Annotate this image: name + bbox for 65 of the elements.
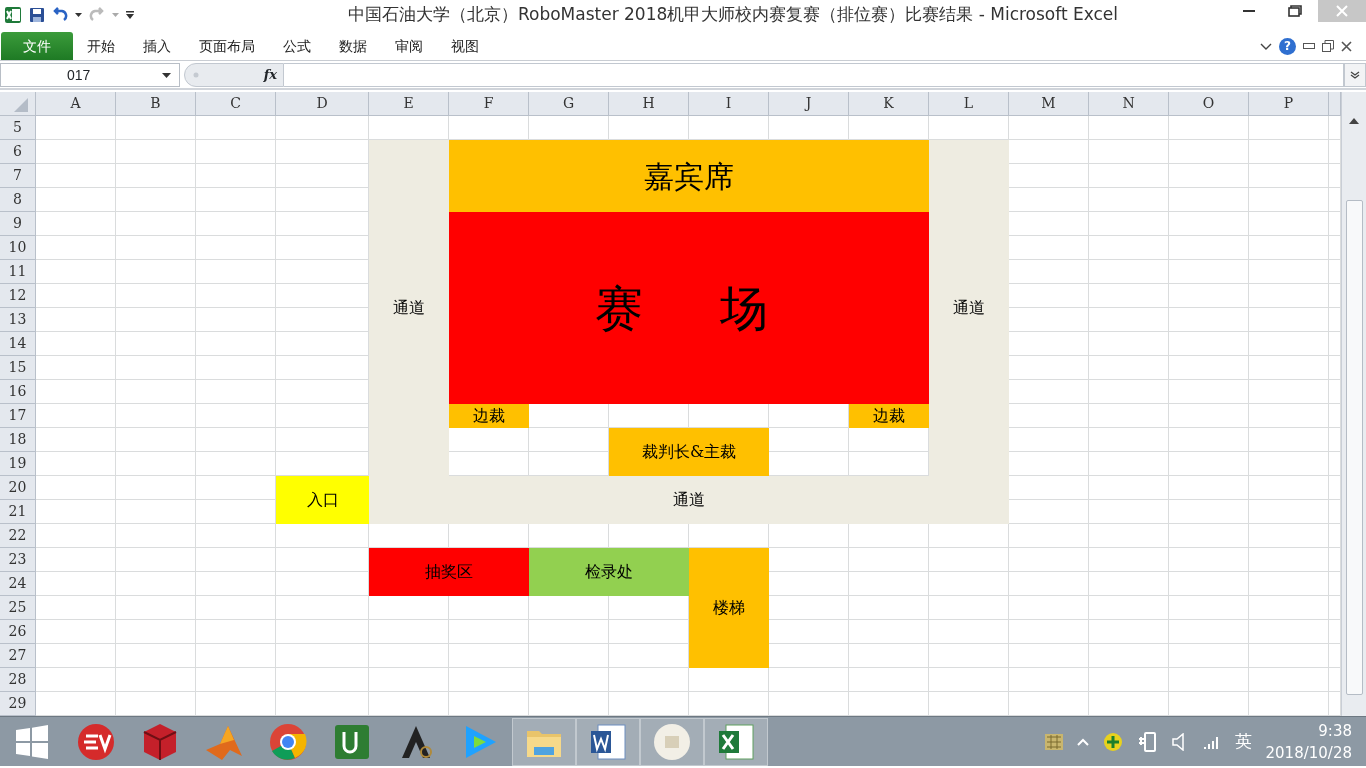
row-header[interactable]: 27	[0, 644, 36, 668]
column-header[interactable]: A	[36, 92, 116, 116]
row-header[interactable]: 5	[0, 116, 36, 140]
row-header[interactable]: 16	[0, 380, 36, 404]
ribbon-tab[interactable]: 视图	[437, 32, 493, 60]
ribbon-tab[interactable]: 开始	[73, 32, 129, 60]
merged-cell: 赛 场	[449, 212, 929, 404]
row-header[interactable]: 17	[0, 404, 36, 428]
row-header[interactable]: 13	[0, 308, 36, 332]
column-header[interactable]: L	[929, 92, 1009, 116]
column-header[interactable]: K	[849, 92, 929, 116]
row-header[interactable]: 26	[0, 620, 36, 644]
row-header[interactable]: 28	[0, 668, 36, 692]
row-header[interactable]: 21	[0, 500, 36, 524]
merged-cell: 通道	[369, 140, 449, 476]
merged-cell: 边裁	[449, 404, 529, 428]
insert-function-button[interactable]: fx	[263, 64, 277, 85]
column-header[interactable]: B	[116, 92, 196, 116]
ribbon-tab[interactable]: 文件	[1, 32, 73, 60]
window-title: 中国石油大学（北京）RoboMaster 2018机甲大师校内赛复赛（排位赛）比赛结果 - Microsoft Excel	[347, 4, 1119, 25]
column-header[interactable]: G	[529, 92, 609, 116]
column-header[interactable]: J	[769, 92, 849, 116]
merged-cell: 楼梯	[689, 548, 769, 668]
row-header[interactable]: 6	[0, 140, 36, 164]
ribbon-tab[interactable]: 页面布局	[185, 32, 269, 60]
ribbon-tab[interactable]: 审阅	[381, 32, 437, 60]
ribbon-tab[interactable]: 公式	[269, 32, 325, 60]
row-header[interactable]: 22	[0, 524, 36, 548]
merged-cell: 裁判长&主裁	[609, 428, 769, 476]
row-header[interactable]: 24	[0, 572, 36, 596]
row-header[interactable]: 29	[0, 692, 36, 716]
name-box[interactable]: 017	[0, 62, 180, 87]
column-header[interactable]: F	[449, 92, 529, 116]
column-header[interactable]: P	[1249, 92, 1329, 116]
row-header[interactable]: 25	[0, 596, 36, 620]
merged-cell: 边裁	[849, 404, 929, 428]
row-header[interactable]: 10	[0, 236, 36, 260]
merged-cell: 入口	[276, 476, 369, 524]
ribbon-tab[interactable]: 数据	[325, 32, 381, 60]
column-header[interactable]: N	[1089, 92, 1169, 116]
row-header[interactable]: 11	[0, 260, 36, 284]
column-header[interactable]: O	[1169, 92, 1249, 116]
row-header[interactable]: 12	[0, 284, 36, 308]
merged-cell: 通道	[369, 476, 1009, 524]
row-header[interactable]: 8	[0, 188, 36, 212]
row-header[interactable]: 14	[0, 332, 36, 356]
row-header[interactable]: 19	[0, 452, 36, 476]
help-button[interactable]: ?	[1279, 37, 1296, 55]
row-header[interactable]: 20	[0, 476, 36, 500]
merged-cell: 通道	[929, 140, 1009, 476]
column-header[interactable]: C	[196, 92, 276, 116]
row-header[interactable]: 18	[0, 428, 36, 452]
column-header[interactable]: M	[1009, 92, 1089, 116]
merged-cell: 抽奖区	[369, 548, 529, 596]
column-header[interactable]: D	[276, 92, 369, 116]
row-header[interactable]: 15	[0, 356, 36, 380]
ribbon-tab[interactable]: 插入	[129, 32, 185, 60]
column-header[interactable]: E	[369, 92, 449, 116]
merged-cell: 检录处	[529, 548, 689, 596]
merged-cell: 嘉宾席	[449, 140, 929, 212]
column-header[interactable]: H	[609, 92, 689, 116]
row-header[interactable]: 23	[0, 548, 36, 572]
row-header[interactable]: 9	[0, 212, 36, 236]
row-header[interactable]: 7	[0, 164, 36, 188]
column-header[interactable]: I	[689, 92, 769, 116]
